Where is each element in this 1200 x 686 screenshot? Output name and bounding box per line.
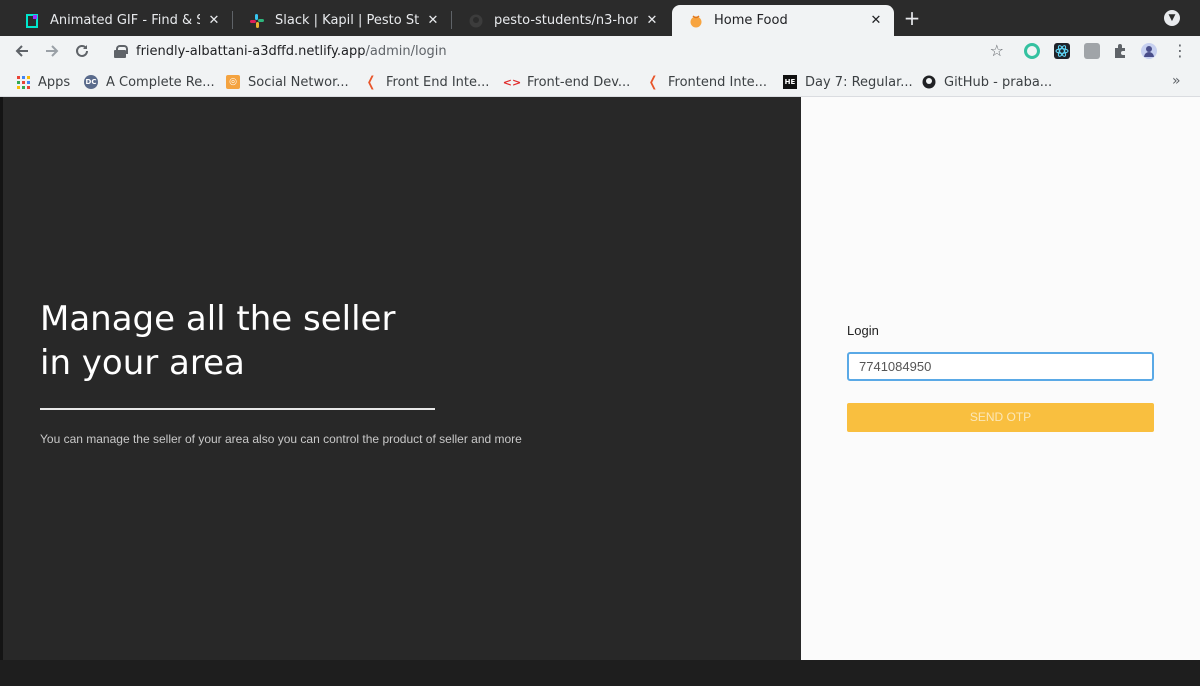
close-icon[interactable]: ✕ xyxy=(425,13,441,28)
giphy-icon xyxy=(24,13,40,29)
bookmarks-overflow-icon[interactable]: » xyxy=(1172,73,1181,89)
tab-title: Home Food xyxy=(714,13,788,28)
send-otp-button[interactable]: SEND OTP xyxy=(847,403,1154,432)
login-label: Login xyxy=(847,323,879,338)
reload-icon[interactable] xyxy=(70,39,94,63)
tab-title: pesto-students/n3-home xyxy=(494,13,638,28)
tab-home-food[interactable]: Home Food ✕ xyxy=(672,5,894,36)
home-food-icon xyxy=(688,13,704,29)
extension-copy-icon[interactable] xyxy=(1084,43,1100,59)
frontend-icon: ❬ xyxy=(365,74,377,90)
tab-search-icon[interactable]: ▼ xyxy=(1164,10,1180,26)
bookmark-label: Apps xyxy=(38,74,71,90)
social-icon: ◎ xyxy=(226,75,240,89)
bookmark-label: Front End Inte... xyxy=(386,74,490,90)
browser-window: Animated GIF - Find & Sha ✕ Slack | Kapi… xyxy=(0,0,1200,686)
close-icon[interactable]: ✕ xyxy=(206,13,222,28)
extensions-puzzle-icon[interactable] xyxy=(1112,43,1128,59)
url-host: friendly-albattani-a3dffd.netlify.app xyxy=(136,43,366,59)
login-form: Login SEND OTP xyxy=(847,323,1154,432)
new-tab-button[interactable]: + xyxy=(901,8,923,30)
bookmark-social-networ[interactable]: ◎ Social Networ... xyxy=(226,73,349,91)
hackerrank-icon: HE xyxy=(783,75,797,89)
bookmark-github-praba[interactable]: GitHub - praba... xyxy=(922,73,1052,91)
tab-slack[interactable]: Slack | Kapil | Pesto Studen ✕ xyxy=(233,5,451,36)
tab-github[interactable]: pesto-students/n3-home ✕ xyxy=(452,5,670,36)
close-icon[interactable]: ✕ xyxy=(868,13,884,28)
bookmark-apps[interactable]: Apps xyxy=(16,73,70,91)
hero-panel: Manage all the seller in your area You c… xyxy=(0,97,801,660)
bookmark-label: Front-end Dev... xyxy=(527,74,631,90)
hero-subtitle: You can manage the seller of your area a… xyxy=(40,432,522,446)
bookmark-label: Day 7: Regular... xyxy=(805,74,913,90)
bookmark-label: GitHub - praba... xyxy=(944,74,1053,90)
tab-title: Animated GIF - Find & Sha xyxy=(50,13,200,28)
github-icon xyxy=(922,75,936,89)
extension-grammarly-icon[interactable] xyxy=(1024,43,1040,59)
browser-menu-icon[interactable]: ⋮ xyxy=(1168,39,1192,63)
tab-animated-gif[interactable]: Animated GIF - Find & Sha ✕ xyxy=(8,5,232,36)
hero-title-line: Manage all the seller xyxy=(40,299,396,339)
frontend-icon: ❬ xyxy=(647,74,659,90)
bookmark-label: A Complete Re... xyxy=(106,74,215,90)
slack-icon xyxy=(249,13,265,29)
address-bar[interactable]: friendly-albattani-a3dffd.netlify.app/ad… xyxy=(102,38,1010,64)
bookmark-front-end-dev[interactable]: <> Front-end Dev... xyxy=(502,73,631,91)
apps-grid-icon xyxy=(16,75,30,89)
hero-title: Manage all the seller in your area xyxy=(40,297,460,385)
page-content: Manage all the seller in your area You c… xyxy=(0,97,1200,660)
forward-icon[interactable] xyxy=(40,39,64,63)
url-path: /admin/login xyxy=(365,43,447,59)
phone-number-input[interactable] xyxy=(847,352,1154,381)
bookmark-label: Frontend Inte... xyxy=(668,74,768,90)
code-icon: <> xyxy=(502,75,522,89)
bookmark-frontend-inte[interactable]: ❬ Frontend Inte... xyxy=(646,73,767,91)
dc-icon: DC xyxy=(84,75,98,89)
browser-toolbar: friendly-albattani-a3dffd.netlify.app/ad… xyxy=(0,36,1200,66)
bottom-bar xyxy=(0,660,1200,686)
bookmark-star-icon[interactable]: ☆ xyxy=(990,41,1004,60)
bookmark-label: Social Networ... xyxy=(248,74,349,90)
hero-divider xyxy=(40,408,435,410)
tab-strip: Animated GIF - Find & Sha ✕ Slack | Kapi… xyxy=(0,0,1200,36)
hero-title-line: in your area xyxy=(40,343,245,383)
bookmarks-bar: Apps DC A Complete Re... ◎ Social Networ… xyxy=(0,66,1200,97)
bookmark-complete-re[interactable]: DC A Complete Re... xyxy=(84,73,215,91)
profile-avatar[interactable] xyxy=(1141,43,1157,59)
back-icon[interactable] xyxy=(10,39,34,63)
tab-title: Slack | Kapil | Pesto Studen xyxy=(275,13,419,28)
extension-react-devtools-icon[interactable] xyxy=(1054,43,1070,59)
github-icon xyxy=(468,13,484,29)
lock-icon xyxy=(114,44,128,58)
bookmark-day7-regular[interactable]: HE Day 7: Regular... xyxy=(783,73,913,91)
close-icon[interactable]: ✕ xyxy=(644,13,660,28)
bookmark-front-end-inte[interactable]: ❬ Front End Inte... xyxy=(364,73,489,91)
